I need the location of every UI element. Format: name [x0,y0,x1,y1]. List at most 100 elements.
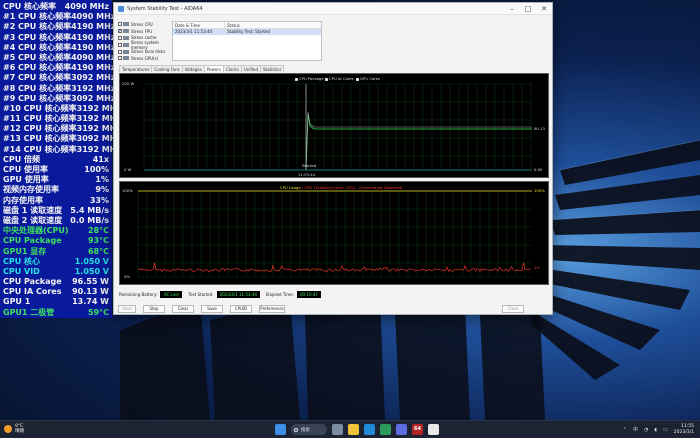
checkbox[interactable] [118,42,122,47]
cpu-icon [123,22,129,27]
start-menu-icon[interactable] [275,424,286,435]
stability-test-window: System Stability Test - AIDA64 – □ ✕ Str… [113,2,553,315]
weather-widget[interactable]: 9°C 晴朗 [4,424,24,434]
log-header: Date & Time Status [173,22,321,29]
osd-value: 9% [95,185,109,195]
taskbar-search[interactable]: 搜索 [291,424,327,435]
osd-value: 3192 MHz [71,83,116,93]
tab-unified[interactable]: Unified [240,65,262,72]
osd-row: 磁盘 1 读取速度 5.4 MB/s [3,206,109,216]
tab-clocks[interactable]: Clocks [222,65,242,72]
elapsed-time-label: Elapsed Time: [265,292,294,297]
osd-row: GPU1 显存 68°C [3,247,109,257]
stress-options: Stress CPU ✔ Stress FPU Stress cache Stre… [118,21,176,62]
osd-label: #6 CPU 核心频率 [3,63,72,73]
start-button[interactable]: Start [118,305,136,313]
osd-row: 内存使用率 33% [3,196,109,206]
stress-fpu-option[interactable]: ✔ Stress FPU [118,28,176,35]
osd-label: #4 CPU 核心频率 [3,42,72,52]
osd-row: #5 CPU 核心频率 4090 MHz [3,53,115,63]
osd-row: 中央处理器(CPU) 28°C [3,226,109,236]
maximize-button[interactable]: □ [520,3,536,15]
tray-expand-icon[interactable]: ⌃ [623,427,627,433]
osd-label: CPU IA Cores [3,287,62,297]
status-log-table[interactable]: Date & Time Status 2023/3/1 11:53:44 Sta… [172,21,322,61]
fpu-icon [123,29,129,34]
osd-label: CPU 使用率 [3,165,49,174]
osd-value: 96.55 W [72,277,109,287]
osd-label: CPU 倍频 [3,154,41,164]
osd-label: GPU 1 [3,297,31,307]
osd-value: 41x [92,154,109,164]
cpuid-button[interactable]: CPUID [230,305,252,313]
osd-label: GPU1 显存 [3,246,47,256]
tab-statistics[interactable]: Statistics [260,65,285,72]
col-status[interactable]: Status [225,22,321,28]
file-explorer-icon[interactable] [348,424,359,435]
task-view-icon[interactable] [332,424,343,435]
stop-button[interactable]: Stop [143,305,165,313]
osd-label: #3 CPU 核心频率 [3,32,72,42]
save-button[interactable]: Save [201,305,223,313]
wifi-icon[interactable]: ◔ [644,427,648,433]
checkbox[interactable] [118,22,122,27]
power-graph-plot [143,83,532,171]
usage-y-max: 100% [122,188,133,193]
cpu-usage-vgrid [137,191,526,277]
checkbox[interactable] [118,35,122,40]
legend-cpu-package: CPU Package [295,76,324,81]
col-datetime[interactable]: Date & Time [173,22,225,28]
minimize-button[interactable]: – [504,3,520,15]
cpu-usage-graph-plot [137,190,532,278]
stress-memory-option[interactable]: Stress system memory [118,40,176,50]
clock[interactable]: 11:55 2023/3/1 [674,424,694,435]
store-icon[interactable] [380,424,391,435]
edge-icon[interactable] [364,424,375,435]
osd-label: CPU Package [3,236,62,246]
start-time-label: 11:53:44 [298,172,316,177]
osd-value: 59°C [87,307,109,317]
log-row[interactable]: 2023/3/1 11:53:44 Stability Test: Starte… [173,29,321,35]
checkbox[interactable] [118,49,122,54]
osd-value: 1% [95,175,109,185]
legend-gpu-cores: GPU Cores [356,76,380,81]
osd-value: 4090 MHz [71,52,116,62]
osd-value: 4190 MHz [71,32,116,42]
volume-icon[interactable]: ◖ [654,427,657,433]
clock-date: 2023/3/1 [673,429,694,435]
app-icon [118,5,124,12]
close-button[interactable]: Close [502,305,524,313]
cpu-ia-cores-series [305,113,532,171]
app-icon[interactable] [428,424,439,435]
tab-temperatures[interactable]: Temperatures [119,65,153,72]
cpu-package-series [305,111,532,171]
taskbar: 9°C 晴朗 搜索 64 ⌃ 中 ◔ ◖ ▭ 11:55 2023/3/1 [0,420,700,438]
stress-cpu-option[interactable]: Stress CPU [118,21,176,28]
aida64-icon[interactable]: 64 [412,424,423,435]
legend-cpu-ia-cores: CPU IA Cores [325,76,354,81]
cpu-usage-graph: CPU Usage | CPU Throttling (max: 25%) - … [119,181,549,285]
osd-label: #1 CPU 核心频率 [3,12,72,22]
cpu-usage-grid [138,190,532,278]
app-icon[interactable] [396,424,407,435]
osd-row: #2 CPU 核心频率 4190 MHz [3,22,115,32]
osd-value: 4090 MHz [64,2,109,11]
ime-indicator[interactable]: 中 [633,426,638,433]
checkbox-checked[interactable]: ✔ [118,29,122,34]
power-graph: CPU Package CPU IA Cores GPU Cores 200 W… [119,73,549,178]
close-window-button[interactable]: ✕ [536,3,552,15]
osd-row: GPU1 二极管 59°C [3,308,109,318]
log-status: Stability Test: Started [227,29,270,34]
stress-gpu-option[interactable]: Stress GPU(s) [118,55,176,62]
battery-icon[interactable]: ▭ [663,427,668,433]
preferences-button[interactable]: Preferences [259,305,285,313]
clear-button[interactable]: Clear [172,305,194,313]
checkbox[interactable] [118,56,122,61]
tab-powers[interactable]: Powers [203,65,224,72]
weather-desc: 晴朗 [15,429,24,434]
tab-cooling-fans[interactable]: Cooling Fans [151,65,183,72]
tab-voltages[interactable]: Voltages [181,65,205,72]
osd-value: 33% [89,195,109,205]
osd-row: GPU 使用率 1% [3,175,109,185]
status-bar: Remaining Battery: AC Line Test Started:… [119,291,549,298]
